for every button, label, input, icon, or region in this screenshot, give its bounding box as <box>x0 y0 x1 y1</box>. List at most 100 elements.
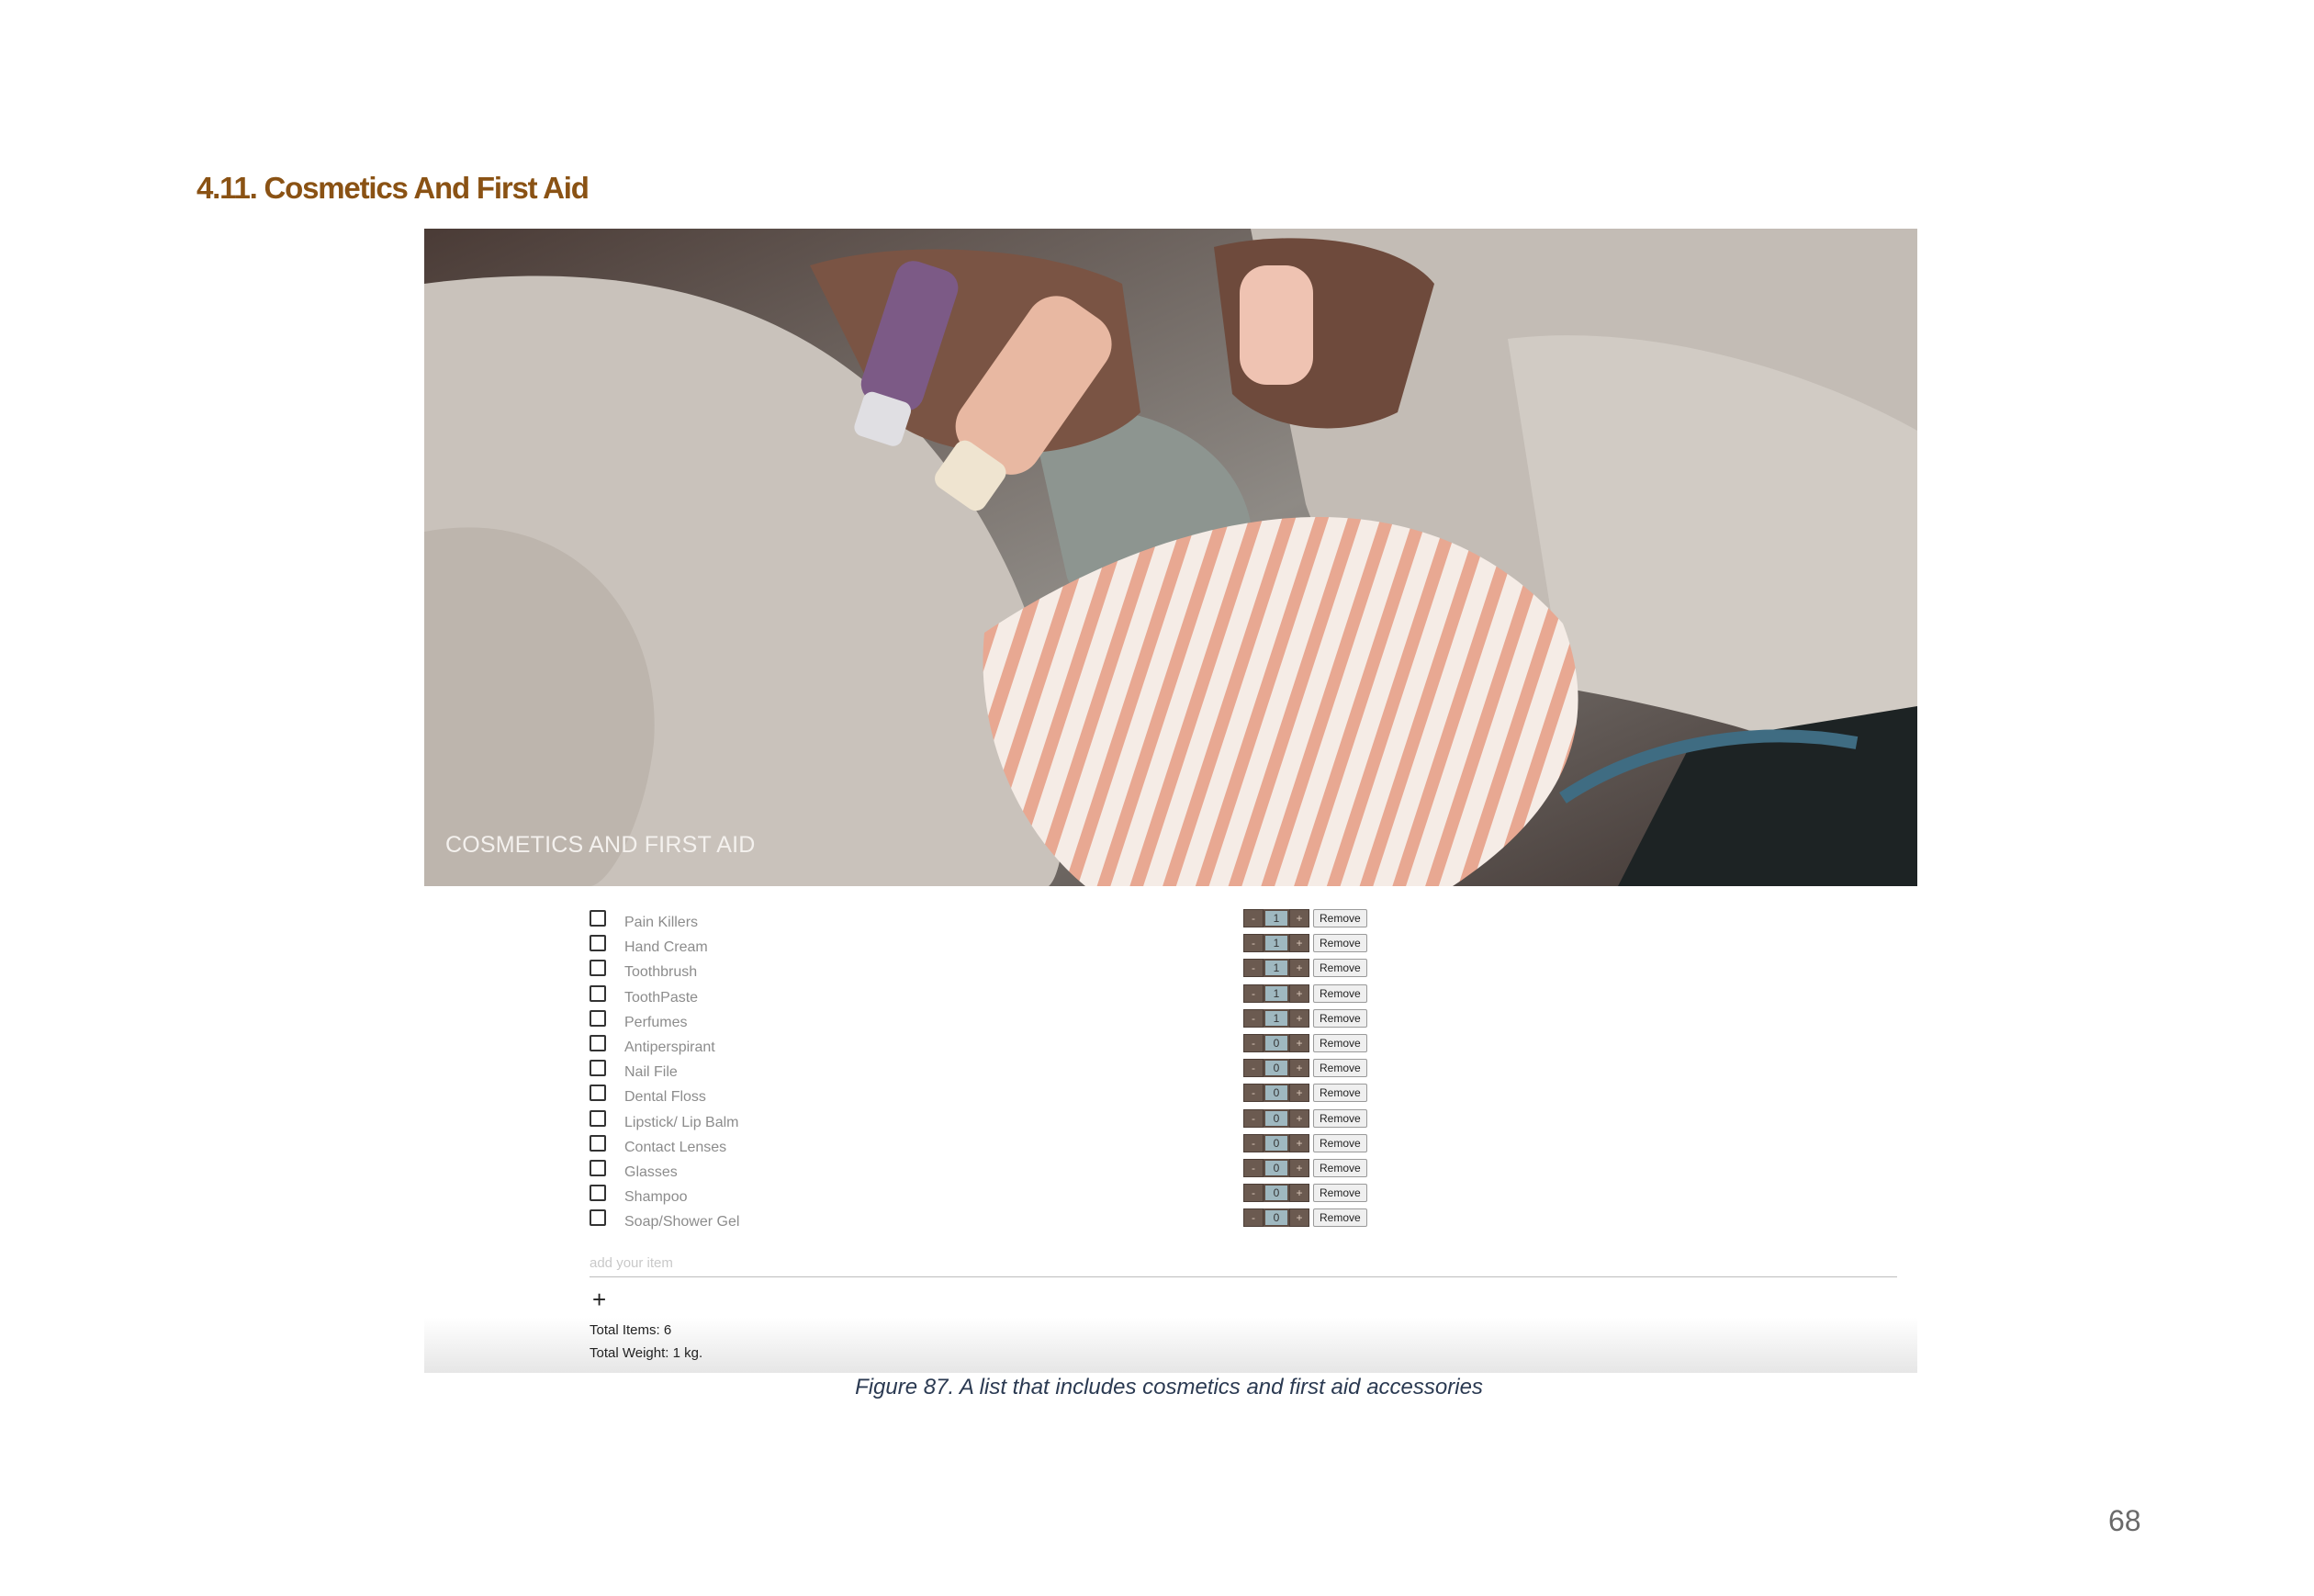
item-controls: -1 + Remove <box>1243 1008 1367 1028</box>
decrease-button[interactable]: - <box>1243 1133 1264 1152</box>
page-number: 68 <box>2108 1504 2141 1537</box>
increase-button[interactable]: + <box>1289 1184 1309 1203</box>
item-controls: -0 + Remove <box>1243 1108 1367 1128</box>
item-checkbox[interactable] <box>590 1035 606 1051</box>
decrease-button[interactable]: - <box>1243 983 1264 1003</box>
increase-button[interactable]: + <box>1289 1208 1309 1228</box>
item-checkbox[interactable] <box>590 1109 606 1127</box>
decrease-button[interactable]: - <box>1243 1084 1264 1103</box>
item-label: Perfumes <box>624 1014 688 1030</box>
checklist-row: Dental Floss -0 + Remove <box>590 1084 1379 1108</box>
figure-caption: Figure 87. A list that includes cosmetic… <box>855 1375 1483 1399</box>
remove-button[interactable]: Remove <box>1313 1159 1367 1177</box>
increase-button[interactable]: + <box>1289 1008 1309 1028</box>
hero-banner: COSMETICS AND FIRST AID <box>424 229 1917 886</box>
checklist-row: Perfumes -1 + Remove <box>590 1008 1379 1034</box>
increase-button[interactable]: + <box>1289 1034 1309 1052</box>
remove-button[interactable]: Remove <box>1313 1084 1367 1103</box>
decrease-button[interactable]: - <box>1243 959 1264 978</box>
decrease-button[interactable]: - <box>1243 1008 1264 1028</box>
item-controls: -0 + Remove <box>1243 1184 1367 1203</box>
remove-button[interactable]: Remove <box>1313 1108 1367 1128</box>
remove-button[interactable]: Remove <box>1313 983 1367 1003</box>
totals-panel: Total Items: 6 Total Weight: 1 kg. <box>590 1322 702 1368</box>
item-controls: -1 + Remove <box>1243 934 1367 953</box>
total-weight: Total Weight: 1 kg. <box>590 1345 703 1361</box>
hero-photo <box>424 229 1917 886</box>
checklist-row: Antiperspirant -0 + Remove <box>590 1034 1379 1059</box>
remove-button[interactable]: Remove <box>1313 959 1367 978</box>
remove-button[interactable]: Remove <box>1313 1133 1367 1152</box>
decrease-button[interactable]: - <box>1243 934 1264 953</box>
quantity-field[interactable]: 1 <box>1264 983 1289 1003</box>
increase-button[interactable]: + <box>1289 1133 1309 1152</box>
quantity-field[interactable]: 0 <box>1264 1159 1289 1177</box>
remove-button[interactable]: Remove <box>1313 1059 1367 1078</box>
decrease-button[interactable]: - <box>1243 1184 1264 1203</box>
remove-button[interactable]: Remove <box>1313 1008 1367 1028</box>
increase-button[interactable]: + <box>1289 1084 1309 1103</box>
decrease-button[interactable]: - <box>1243 1034 1264 1052</box>
quantity-field[interactable]: 0 <box>1264 1208 1289 1228</box>
decrease-button[interactable]: - <box>1243 1108 1264 1128</box>
quantity-field[interactable]: 0 <box>1264 1184 1289 1203</box>
quantity-field[interactable]: 0 <box>1264 1034 1289 1052</box>
section-heading: 4.11. Cosmetics And First Aid <box>197 171 590 205</box>
item-checkbox[interactable] <box>590 1185 606 1202</box>
total-items: Total Items: 6 <box>590 1322 672 1338</box>
item-label: Contact Lenses <box>624 1139 727 1155</box>
item-label: Soap/Shower Gel <box>624 1214 740 1231</box>
add-item-button[interactable]: + <box>592 1287 606 1311</box>
checklist-row: Nail File -0 + Remove <box>590 1059 1379 1084</box>
decrease-button[interactable]: - <box>1243 1208 1264 1228</box>
item-label: Glasses <box>624 1164 678 1180</box>
item-label: Dental Floss <box>624 1089 706 1106</box>
item-checkbox[interactable] <box>590 935 606 952</box>
add-item-input[interactable] <box>590 1249 1897 1277</box>
quantity-field[interactable]: 0 <box>1264 1084 1289 1103</box>
quantity-field[interactable]: 1 <box>1264 909 1289 927</box>
item-controls: -1 + Remove <box>1243 959 1367 978</box>
increase-button[interactable]: + <box>1289 909 1309 927</box>
item-checkbox[interactable] <box>590 960 606 977</box>
quantity-field[interactable]: 1 <box>1264 959 1289 978</box>
checklist-row: Soap/Shower Gel -0 + Remove <box>590 1208 1379 1233</box>
decrease-button[interactable]: - <box>1243 1159 1264 1177</box>
item-controls: -0 + Remove <box>1243 1133 1367 1152</box>
item-checkbox[interactable] <box>590 984 606 1002</box>
checklist-row: Hand Cream -1 + Remove <box>590 934 1379 959</box>
remove-button[interactable]: Remove <box>1313 934 1367 953</box>
item-checkbox[interactable] <box>590 1160 606 1176</box>
item-controls: -0 + Remove <box>1243 1059 1367 1078</box>
item-controls: -1 + Remove <box>1243 983 1367 1003</box>
item-checkbox[interactable] <box>590 1060 606 1077</box>
quantity-field[interactable]: 1 <box>1264 1008 1289 1028</box>
item-label: Pain Killers <box>624 915 699 930</box>
increase-button[interactable]: + <box>1289 934 1309 953</box>
item-checkbox[interactable] <box>590 1209 606 1227</box>
increase-button[interactable]: + <box>1289 959 1309 978</box>
increase-button[interactable]: + <box>1289 1108 1309 1128</box>
decrease-button[interactable]: - <box>1243 909 1264 927</box>
quantity-field[interactable]: 0 <box>1264 1133 1289 1152</box>
checklist-row: ToothPaste -1 + Remove <box>590 983 1379 1009</box>
remove-button[interactable]: Remove <box>1313 1034 1367 1052</box>
item-checkbox[interactable] <box>590 1134 606 1152</box>
item-checkbox[interactable] <box>590 1009 606 1027</box>
checklist-row: Pain Killers -1 + Remove <box>590 909 1379 934</box>
item-checkbox[interactable] <box>590 1085 606 1102</box>
item-controls: -0 + Remove <box>1243 1084 1367 1103</box>
quantity-field[interactable]: 0 <box>1264 1108 1289 1128</box>
quantity-field[interactable]: 1 <box>1264 934 1289 953</box>
checklist-row: Glasses -0 + Remove <box>590 1159 1379 1184</box>
remove-button[interactable]: Remove <box>1313 1184 1367 1203</box>
item-checkbox[interactable] <box>590 910 606 927</box>
increase-button[interactable]: + <box>1289 1159 1309 1177</box>
remove-button[interactable]: Remove <box>1313 909 1367 927</box>
increase-button[interactable]: + <box>1289 983 1309 1003</box>
item-label: Nail File <box>624 1064 678 1081</box>
increase-button[interactable]: + <box>1289 1059 1309 1078</box>
quantity-field[interactable]: 0 <box>1264 1059 1289 1078</box>
remove-button[interactable]: Remove <box>1313 1208 1367 1228</box>
decrease-button[interactable]: - <box>1243 1059 1264 1078</box>
